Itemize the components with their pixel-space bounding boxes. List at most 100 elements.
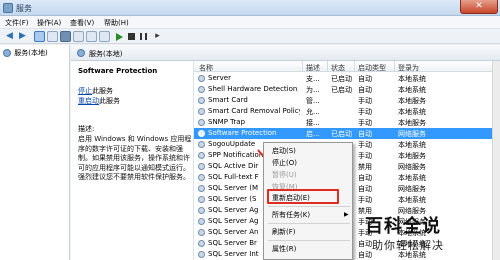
ctx-pause: 暂停(U) — [272, 171, 297, 179]
menu-separator — [268, 223, 350, 224]
cell-logon: 本地服务 — [398, 119, 426, 127]
help-icon[interactable] — [86, 31, 97, 42]
stop-service-icon[interactable] — [128, 33, 135, 40]
column-header-description[interactable]: 描述 — [306, 63, 320, 73]
vertical-scrollbar[interactable] — [492, 61, 500, 260]
cell-startup: 自动 — [358, 75, 372, 83]
cell-desc: 接... — [306, 119, 320, 127]
cell-startup: 禁用 — [358, 163, 372, 171]
toolbar: ◀ ▶ ▸ — [0, 29, 500, 44]
show-tree-icon[interactable] — [34, 31, 45, 42]
cell-name: SNMP Trap — [208, 118, 246, 126]
cell-status: 已启动 — [331, 75, 352, 83]
export-list-icon[interactable] — [73, 31, 84, 42]
menu-file[interactable]: 文件(F) — [5, 18, 29, 28]
cell-logon: 本地系统 — [398, 174, 426, 182]
table-row[interactable]: Software Protection 启... 已启动 自动 网络服务 — [194, 128, 500, 139]
watermark-title: 百科全说 — [365, 216, 441, 237]
restart-service-link[interactable]: 重启动 — [78, 96, 99, 106]
menu-action[interactable]: 操作(A) — [37, 18, 61, 28]
menu-bar: 文件(F) 操作(A) 查看(V) 帮助(H) — [0, 16, 500, 29]
console-icon[interactable] — [99, 31, 110, 42]
service-gear-icon — [198, 75, 205, 82]
column-header-startup-type[interactable]: 启动类型 — [358, 63, 386, 73]
refresh-icon[interactable] — [60, 31, 71, 42]
cell-logon: 网络服务 — [398, 163, 426, 171]
column-separator[interactable] — [327, 61, 328, 72]
service-gear-icon — [198, 97, 205, 104]
service-gear-icon — [198, 196, 205, 203]
cell-startup: 自动 — [358, 174, 372, 182]
cell-startup: 手动 — [358, 196, 372, 204]
table-row[interactable]: Server 支... 已启动 自动 本地系统 — [194, 73, 500, 84]
column-separator[interactable] — [394, 61, 395, 72]
service-gear-icon — [198, 218, 205, 225]
ctx-stop[interactable]: 停止(O) — [272, 158, 297, 168]
cell-logon: 网络服务 — [398, 185, 426, 193]
cell-logon: 本地系统 — [398, 75, 426, 83]
cell-logon: 本地服务 — [398, 97, 426, 105]
cell-desc: 允... — [306, 108, 320, 116]
table-row[interactable]: Smart Card 管... 手动 本地服务 — [194, 95, 500, 106]
service-gear-icon — [198, 163, 205, 170]
services-gear-icon — [77, 49, 85, 57]
cell-startup: 手动 — [358, 97, 372, 105]
cell-name: Software Protection — [208, 129, 277, 137]
back-arrow-icon[interactable]: ◀ — [4, 31, 15, 42]
table-row[interactable]: Smart Card Removal Policy 允... 手动 本地系统 — [194, 106, 500, 117]
cell-startup: 自动 — [358, 130, 372, 138]
menu-view[interactable]: 查看(V) — [70, 18, 94, 28]
start-service-icon[interactable] — [116, 33, 123, 41]
properties-icon[interactable] — [47, 31, 58, 42]
watermark-subtitle: 助你轻松解决 — [372, 239, 444, 252]
service-gear-icon — [198, 108, 205, 115]
tree-item-services-local[interactable]: 服务(本地) — [3, 48, 48, 58]
service-gear-icon — [198, 185, 205, 192]
close-button[interactable]: ✕ — [460, 0, 498, 14]
tree-pane: 服务(本地) — [0, 45, 70, 260]
cell-status: 已启动 — [331, 130, 352, 138]
cell-startup: 手动 — [358, 108, 372, 116]
window-title: 服务 — [16, 4, 32, 13]
cell-name: Smart Card — [208, 96, 248, 104]
service-gear-icon — [198, 130, 205, 137]
cell-logon: 本地系统 — [398, 108, 426, 116]
service-gear-icon — [198, 141, 205, 148]
column-separator[interactable] — [302, 61, 303, 72]
cell-desc: 为... — [306, 86, 320, 94]
restart-service-icon[interactable]: ▸ — [152, 31, 163, 42]
ctx-restart[interactable]: 重新启动(E) — [272, 193, 310, 203]
ctx-properties[interactable]: 属性(R) — [272, 244, 296, 254]
list-header: 名称 描述 状态 启动类型 登录为 — [194, 61, 500, 72]
table-row[interactable]: SNMP Trap 接... 手动 本地服务 — [194, 117, 500, 128]
column-separator[interactable] — [354, 61, 355, 72]
service-gear-icon — [198, 229, 205, 236]
ctx-start[interactable]: 启动(S) — [272, 146, 296, 156]
column-header-logon-as[interactable]: 登录为 — [398, 63, 419, 73]
pause-service-icon[interactable] — [140, 33, 147, 40]
cell-logon: 本地服务 — [398, 152, 426, 160]
service-gear-icon — [198, 174, 205, 181]
cell-startup: 自动 — [358, 185, 372, 193]
cell-startup: 自动 — [358, 86, 372, 94]
cell-desc: 管... — [306, 97, 320, 105]
forward-arrow-icon[interactable]: ▶ — [17, 31, 28, 42]
column-header-status[interactable]: 状态 — [331, 63, 345, 73]
service-gear-icon — [198, 119, 205, 126]
pane-header-title: 服务(本地) — [89, 50, 123, 58]
services-app-icon — [3, 3, 13, 13]
cell-name: Smart Card Removal Policy — [208, 107, 300, 115]
table-row[interactable]: Shell Hardware Detection 为... 已启动 自动 本地系统 — [194, 84, 500, 95]
services-window: 服务 ✕ 文件(F) 操作(A) 查看(V) 帮助(H) ◀ ▶ ▸ 服务(本地… — [0, 0, 500, 260]
service-title: Software Protection — [78, 67, 158, 75]
ctx-refresh[interactable]: 刷新(F) — [272, 227, 296, 237]
menu-help[interactable]: 帮助(H) — [104, 18, 129, 28]
title-bar: 服务 ✕ — [0, 0, 500, 16]
column-header-name[interactable]: 名称 — [199, 63, 213, 73]
close-icon: ✕ — [475, 1, 483, 11]
service-gear-icon — [198, 152, 205, 159]
ctx-all-tasks[interactable]: 所有任务(K) — [272, 210, 310, 220]
stop-service-link[interactable]: 停止 — [78, 86, 92, 96]
menu-separator — [268, 240, 350, 241]
cell-startup: 手动 — [358, 119, 372, 127]
